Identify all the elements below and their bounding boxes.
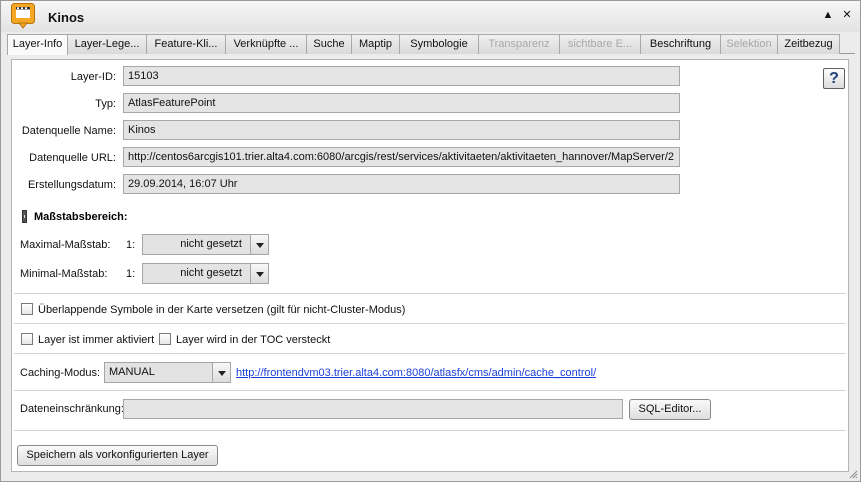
close-icon[interactable]: ✕: [840, 8, 854, 22]
chevron-down-icon[interactable]: [250, 235, 268, 254]
created-date-label: Erstellungsdatum:: [27, 179, 116, 191]
always-active-checkbox[interactable]: [21, 333, 33, 345]
min-scale-select[interactable]: nicht gesetzt: [142, 263, 269, 284]
data-restriction-label: Dateneinschränkung:: [20, 403, 124, 415]
datasource-url-field[interactable]: http://centos6arcgis101.trier.alta4.com:…: [123, 147, 680, 167]
caching-mode-value: MANUAL: [109, 366, 155, 378]
always-active-label: Layer ist immer aktiviert: [38, 334, 155, 346]
tab-search[interactable]: Suche: [306, 34, 352, 54]
datasource-url-label: Datenquelle URL:: [29, 152, 116, 164]
help-button[interactable]: ?: [823, 68, 845, 89]
tab-selection[interactable]: Selektion: [720, 34, 778, 54]
max-scale-select[interactable]: nicht gesetzt: [142, 234, 269, 255]
divider: [14, 353, 846, 354]
datasource-name-label: Datenquelle Name:: [21, 125, 116, 137]
save-preconfigured-layer-button[interactable]: Speichern als vorkonfigurierten Layer: [17, 445, 218, 466]
min-scale-label: Minimal-Maßstab:: [20, 268, 108, 280]
max-scale-prefix: 1:: [126, 239, 136, 251]
tab-layer-info[interactable]: Layer-Info: [7, 34, 68, 55]
chevron-down-icon[interactable]: [250, 264, 268, 283]
tab-bar: Layer-Info Layer-Lege... Feature-Kli... …: [7, 34, 855, 55]
caching-mode-label: Caching-Modus:: [20, 367, 101, 379]
resize-grip-icon[interactable]: [849, 470, 858, 479]
hidden-in-toc-label: Layer wird in der TOC versteckt: [176, 334, 331, 346]
layer-id-label: Layer-ID:: [70, 71, 116, 83]
section-grip-icon: [22, 210, 27, 223]
overlap-symbols-checkbox[interactable]: [21, 303, 33, 315]
chevron-down-icon[interactable]: [212, 363, 230, 382]
tab-maptip[interactable]: Maptip: [351, 34, 400, 54]
max-scale-label: Maximal-Maßstab:: [20, 239, 111, 251]
divider: [14, 293, 846, 294]
divider: [14, 430, 846, 431]
layer-properties-window: Kinos ▲ ✕ Layer-Info Layer-Lege... Featu…: [0, 0, 861, 482]
min-scale-prefix: 1:: [126, 268, 136, 280]
window-title: Kinos: [48, 10, 85, 25]
tab-transparency[interactable]: Transparenz: [478, 34, 560, 54]
datasource-name-field[interactable]: Kinos: [123, 120, 680, 140]
tab-layer-legend[interactable]: Layer-Lege...: [67, 34, 147, 54]
cache-control-link[interactable]: http://frontendvm03.trier.alta4.com:8080…: [236, 367, 596, 379]
hidden-in-toc-checkbox[interactable]: [159, 333, 171, 345]
caching-mode-select[interactable]: MANUAL: [104, 362, 231, 383]
sql-editor-button[interactable]: SQL-Editor...: [629, 399, 711, 420]
overlap-symbols-label: Überlappende Symbole in der Karte verset…: [38, 304, 406, 316]
layer-info-panel: ? Layer-ID: 15103 Typ: AtlasFeaturePoint…: [11, 59, 849, 472]
divider: [14, 390, 846, 391]
cinema-layer-icon: [11, 3, 35, 29]
tab-time[interactable]: Zeitbezug: [777, 34, 840, 54]
tab-labeling[interactable]: Beschriftung: [640, 34, 721, 54]
type-field[interactable]: AtlasFeaturePoint: [123, 93, 680, 113]
max-scale-value: nicht gesetzt: [180, 238, 242, 250]
tab-linked[interactable]: Verknüpfte ...: [225, 34, 307, 54]
layer-id-field[interactable]: 15103: [123, 66, 680, 86]
window-titlebar[interactable]: Kinos ▲ ✕: [1, 1, 860, 32]
minimize-icon[interactable]: ▲: [821, 8, 835, 22]
created-date-field[interactable]: 29.09.2014, 16:07 Uhr: [123, 174, 680, 194]
tab-symbology[interactable]: Symbologie: [399, 34, 479, 54]
type-label: Typ:: [95, 98, 116, 110]
min-scale-value: nicht gesetzt: [180, 267, 242, 279]
divider: [14, 323, 846, 324]
data-restriction-field[interactable]: [123, 399, 623, 419]
tab-feature-click[interactable]: Feature-Kli...: [146, 34, 226, 54]
scale-section-title: Maßstabsbereich:: [34, 211, 128, 223]
tab-visible-extent[interactable]: sichtbare E...: [559, 34, 641, 54]
